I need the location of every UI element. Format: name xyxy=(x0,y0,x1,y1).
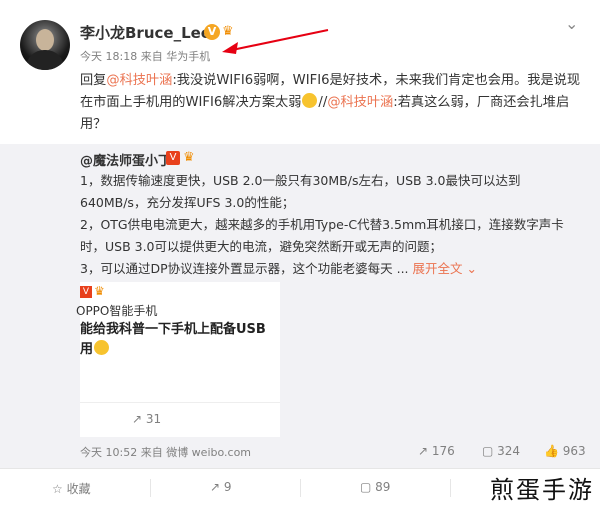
quoted-comment-count: 324 xyxy=(497,444,521,458)
sweat-emoji-icon xyxy=(302,93,318,108)
card-share-button[interactable]: ↗ 31 xyxy=(132,412,161,426)
card-text-line: 能给我科普一下手机上配备USB xyxy=(80,322,266,337)
mention-link[interactable]: @科技叶涵 xyxy=(106,73,172,88)
card-username: OPPO智能手机 xyxy=(76,304,158,318)
reply-prefix: 回复 xyxy=(80,73,107,88)
card-text: 用 xyxy=(80,342,94,357)
post-source-prefix: 来自 xyxy=(140,50,163,63)
post-source[interactable]: 华为手机 xyxy=(166,50,210,63)
favorite-label: 收藏 xyxy=(66,482,91,496)
reply-separator: // xyxy=(318,95,328,110)
quoted-text: 1，数据传输速度更快，USB 2.0一般只有30MB/s左右，USB 3.0最快… xyxy=(80,170,585,280)
sweat-emoji-icon xyxy=(94,340,110,355)
avatar-suit xyxy=(26,50,64,70)
post-meta: 今天 18:18 来自 华为手机 xyxy=(80,48,210,64)
quoted-line: 2，OTG供电电流更大，越来越多的手机用Type-C代替3.5mm耳机接口，连接… xyxy=(80,217,564,254)
avatar[interactable] xyxy=(20,20,70,70)
divider xyxy=(450,479,451,497)
quoted-comment-button[interactable]: ▢ 324 xyxy=(482,444,520,458)
divider xyxy=(80,402,280,403)
crown-icon: ♛ xyxy=(183,150,195,165)
quoted-share-button[interactable]: ↗ 176 xyxy=(418,444,455,458)
reply-text: 回复@科技叶涵:我没说WIFI6弱啊，WIFI6是好技术，未来我们肯定也会用。我… xyxy=(80,70,590,136)
quoted-line-3: 3，可以通过DP协议连接外置显示器，这个功能老婆每天 ... 展开全文 ⌄ xyxy=(80,258,585,280)
avatar-face xyxy=(36,29,54,51)
mention-link[interactable]: @科技叶涵 xyxy=(327,95,393,110)
username[interactable]: 李小龙Bruce_Lee xyxy=(80,22,211,43)
share-count: 9 xyxy=(223,480,232,494)
expand-full-text-link[interactable]: 展开全文 ⌄ xyxy=(413,261,477,276)
card-text-line: 用 xyxy=(80,338,110,357)
quoted-share-count: 176 xyxy=(431,444,455,458)
annotation-arrow-icon xyxy=(222,29,329,54)
quoted-meta[interactable]: 今天 10:52 来自 微博 weibo.com xyxy=(80,444,251,460)
quoted-like-button[interactable]: 👍 963 xyxy=(544,444,586,458)
divider xyxy=(150,479,151,497)
crown-icon: ♛ xyxy=(94,284,105,298)
verified-badge-icon: V xyxy=(166,151,180,165)
quoted-like-count: 963 xyxy=(562,444,586,458)
post-time[interactable]: 今天 18:18 xyxy=(80,50,137,63)
verified-badge-icon: V xyxy=(204,24,220,40)
quoted-username[interactable]: @魔法师蛋小丁 xyxy=(80,150,171,169)
watermark: 煎蛋手游 xyxy=(490,476,594,504)
expand-label[interactable]: 展开全文 xyxy=(413,261,463,276)
quoted-line: 3，可以通过DP协议连接外置显示器，这个功能老婆每天 ... xyxy=(80,261,409,276)
favorite-button[interactable]: ☆ 收藏 xyxy=(52,480,91,497)
divider xyxy=(300,479,301,497)
share-button[interactable]: ↗ 9 xyxy=(210,480,232,494)
comment-count: 89 xyxy=(375,480,391,494)
quoted-post: @魔法师蛋小丁 V ♛ 1，数据传输速度更快，USB 2.0一般只有30MB/s… xyxy=(0,144,600,468)
chevron-down-icon[interactable]: ⌄ xyxy=(565,14,578,33)
comment-button[interactable]: ▢ 89 xyxy=(360,480,390,494)
embedded-image[interactable]: V ♛ OPPO智能手机 能给我科普一下手机上配备USB 用 ↗ 31 xyxy=(76,282,280,437)
quoted-line: 1，数据传输速度更快，USB 2.0一般只有30MB/s左右，USB 3.0最快… xyxy=(80,173,521,210)
card-share-count: 31 xyxy=(145,412,162,426)
verified-badge-icon: V xyxy=(80,286,92,298)
